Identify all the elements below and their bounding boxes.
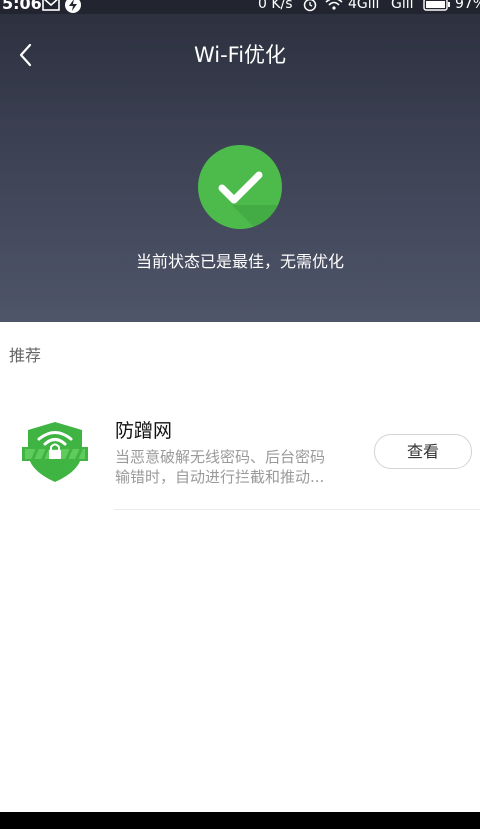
battery-icon xyxy=(423,0,450,11)
recommendation-title: 防蹭网 xyxy=(115,420,173,442)
status-net-speed: 0 K/s xyxy=(258,0,293,12)
status-network-signal: Gıll xyxy=(391,0,414,12)
status-time: 5:06 xyxy=(2,0,42,13)
wifi-icon xyxy=(325,0,343,10)
page-title: Wi-Fi优化 xyxy=(193,43,287,67)
bottom-nav-strip xyxy=(0,812,480,829)
charging-bolt-icon xyxy=(65,0,81,13)
status-battery-percent: 97% xyxy=(455,0,480,12)
recommendation-description-line-1: 当恶意破解无线密码、后台密码 xyxy=(115,448,326,466)
status-bar: 5:06 0 K/s 4Gıll Gıll 97% xyxy=(0,0,480,14)
recommendation-description: 当恶意破解无线密码、后台密码 输错时，自动进行拦截和推动... xyxy=(115,447,355,487)
view-button[interactable]: 查看 xyxy=(374,434,472,469)
status-check-badge xyxy=(198,145,282,229)
status-message: 当前状态已是最佳，无需优化 xyxy=(135,252,344,271)
checkmark-icon xyxy=(218,171,282,229)
wifi-shield-lock-icon xyxy=(22,422,88,482)
status-network-4g: 4Gıll xyxy=(348,0,380,12)
wifi-optimize-screen: 5:06 0 K/s 4Gıll Gıll 97% xyxy=(0,0,480,829)
card-divider xyxy=(114,509,480,510)
section-label-recommend: 推荐 xyxy=(9,346,42,365)
alarm-icon xyxy=(303,0,317,12)
mail-icon xyxy=(42,0,60,11)
recommendation-description-line-2: 输错时，自动进行拦截和推动... xyxy=(115,468,325,486)
